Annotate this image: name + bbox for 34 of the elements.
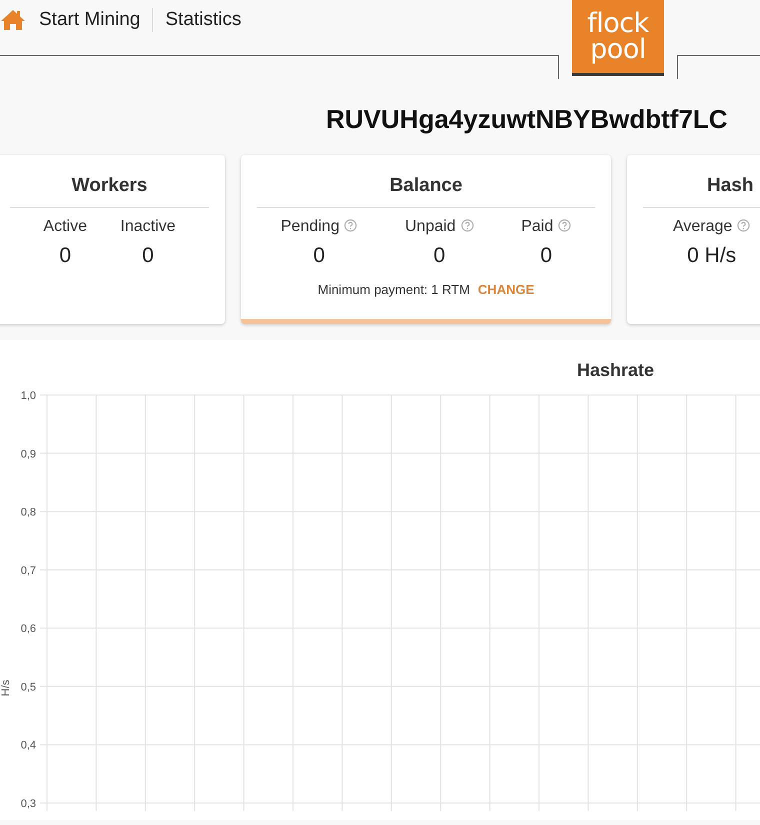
stat-value: 0 xyxy=(539,244,554,268)
y-tick-label: 0,4 xyxy=(20,740,36,752)
stat-label: Paid xyxy=(521,218,554,236)
stat-label: Unpaid xyxy=(404,218,456,236)
stat-value: 0 xyxy=(312,244,326,268)
y-axis-title: H/s xyxy=(0,680,12,696)
card-title: Workers xyxy=(10,175,209,208)
stat-value: 0 xyxy=(58,244,72,268)
y-tick-label: 0,7 xyxy=(20,564,36,577)
help-icon[interactable] xyxy=(460,218,474,232)
y-tick-label: 0,3 xyxy=(20,798,36,810)
y-tick-label: 0,9 xyxy=(20,448,36,460)
stat-value: 0 xyxy=(141,244,155,268)
home-icon[interactable] xyxy=(0,9,26,31)
stat-label: Active xyxy=(43,218,87,236)
stat-label: Inactive xyxy=(120,218,176,236)
y-tick-label: 1,0 xyxy=(20,390,36,402)
minimum-payment-text: Minimum payment: 1 RTM xyxy=(318,282,470,297)
card-title: Balance xyxy=(257,175,595,208)
stat-value: 0 H/s xyxy=(686,244,738,268)
stat-label: Pending xyxy=(280,218,340,236)
stat-label: Average xyxy=(673,218,732,236)
wallet-address: RUVUHga4yzuwtNBYBwdbtf7LC xyxy=(326,104,729,135)
y-tick-label: 0,5 xyxy=(20,681,36,694)
help-icon[interactable] xyxy=(344,218,358,232)
stat-value: 0 xyxy=(432,244,446,268)
y-tick-label: 0,6 xyxy=(20,623,36,636)
card-title: Hash xyxy=(643,175,760,208)
nav-link[interactable]: Statistics xyxy=(165,9,242,31)
help-icon[interactable] xyxy=(558,218,572,232)
chart-title: Hashrate xyxy=(576,359,656,381)
nav-link[interactable]: Start Mining xyxy=(39,9,140,31)
y-tick-label: 0,8 xyxy=(20,506,36,519)
help-icon[interactable] xyxy=(737,218,750,232)
